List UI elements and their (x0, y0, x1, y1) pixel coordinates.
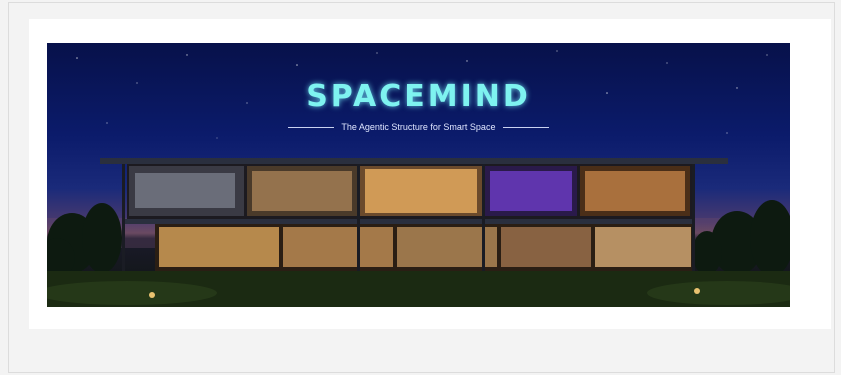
tagline-rule-right (502, 127, 549, 129)
trees-left (47, 203, 122, 278)
tagline-rule-left (288, 127, 335, 129)
roof (100, 158, 728, 164)
hero-banner-image: SPACEMIND The Agentic Structure for Smar… (47, 43, 790, 307)
tagline-text: The Agentic Structure for Smart Space (341, 122, 496, 132)
spacemind-logo: SPACEMIND (306, 79, 531, 114)
trees-right (692, 200, 790, 276)
tagline-row: The Agentic Structure for Smart Space (47, 122, 790, 132)
